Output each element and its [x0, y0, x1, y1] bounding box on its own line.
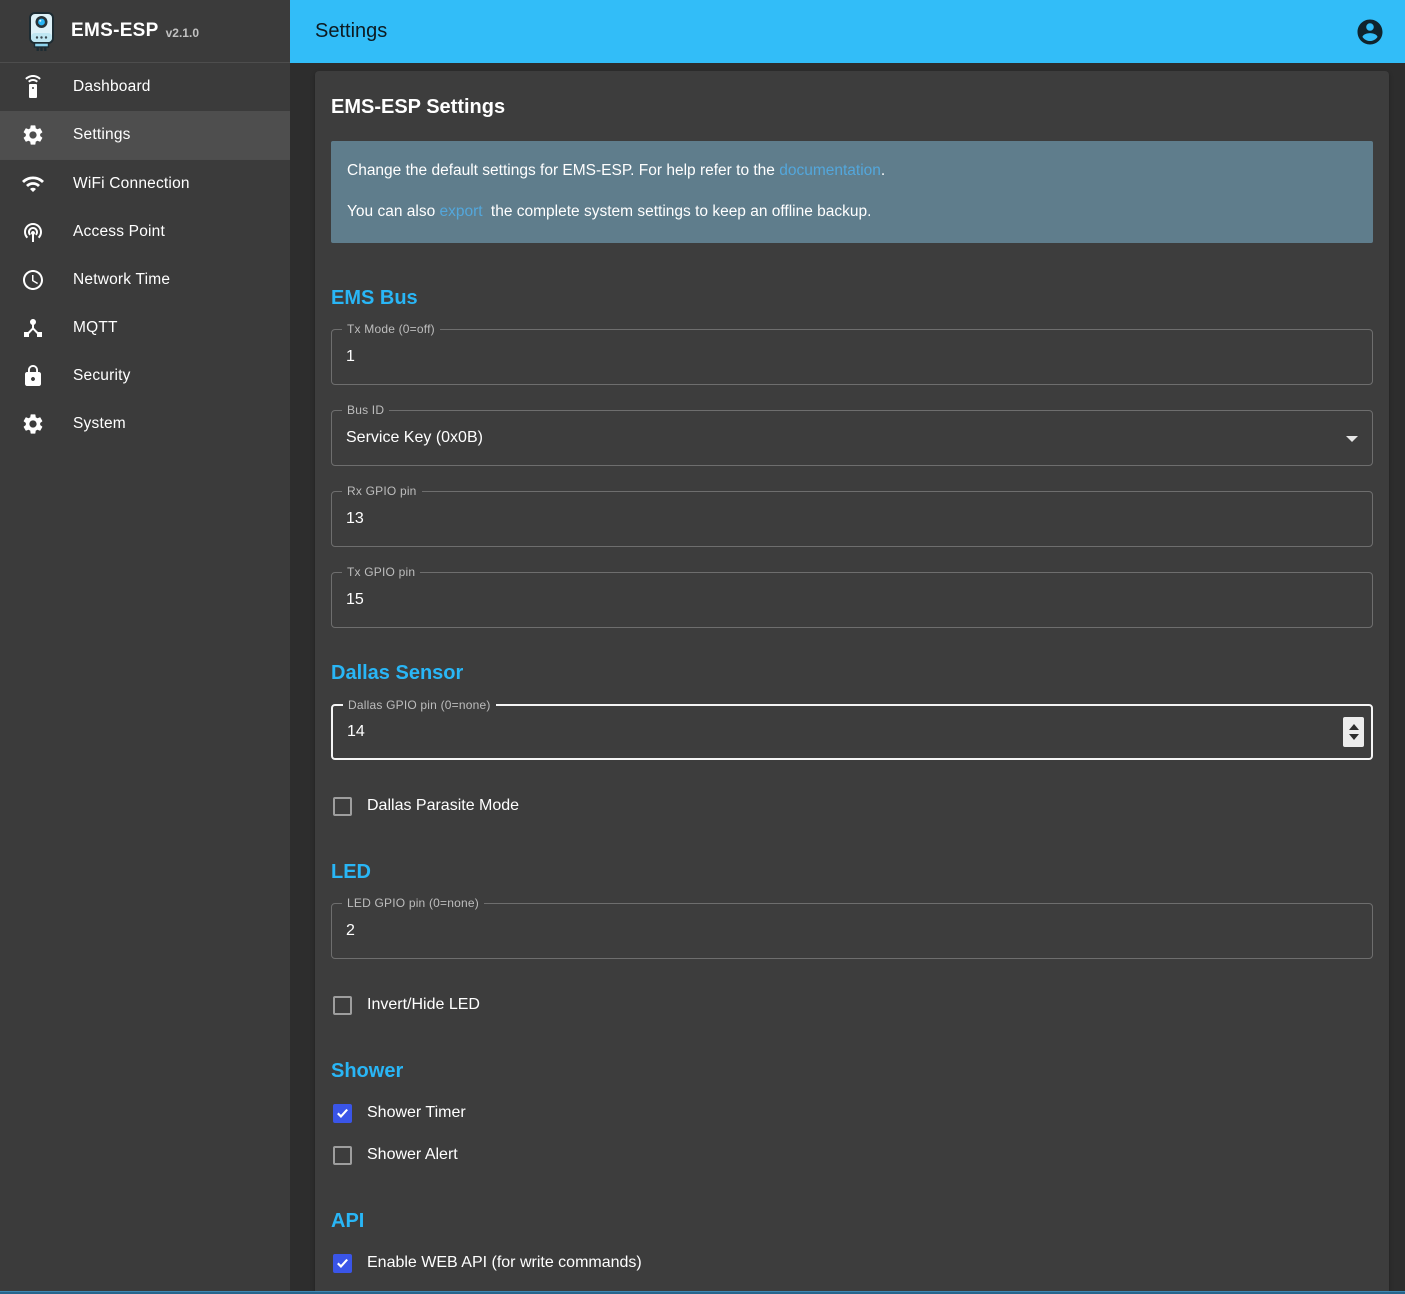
sidebar-item-mqtt[interactable]: MQTT	[0, 304, 290, 352]
dallas-gpio-input[interactable]	[333, 706, 1371, 758]
documentation-link[interactable]: documentation	[779, 162, 881, 179]
sidebar-item-label: Security	[73, 367, 131, 385]
page: EMS-ESP v2.1.0 Dashboard Settings	[0, 0, 1405, 1291]
info-text: the complete system settings to keep an …	[487, 203, 872, 220]
bus-id-select[interactable]: Bus ID Service Key (0x0B)	[331, 410, 1373, 466]
checkbox-label: Dallas Parasite Mode	[367, 797, 519, 815]
app-version: v2.1.0	[166, 26, 199, 40]
page-title: Settings	[315, 20, 1355, 43]
checkbox-label: Enable WEB API (for write commands)	[367, 1254, 642, 1272]
card-title: EMS-ESP Settings	[331, 95, 1373, 119]
checkbox-box[interactable]	[333, 996, 352, 1015]
sidebar-item-dashboard[interactable]: Dashboard	[0, 63, 290, 111]
wifi-icon	[21, 172, 45, 196]
info-text: .	[881, 162, 885, 179]
main-column: Settings EMS-ESP Settings Change the def…	[290, 0, 1405, 1291]
rx-gpio-field: Rx GPIO pin	[331, 491, 1373, 547]
sidebar-item-label: Network Time	[73, 271, 170, 289]
bus-id-label: Bus ID	[342, 403, 389, 418]
device-hub-icon	[21, 316, 45, 340]
settings-remote-icon	[21, 75, 45, 99]
section-title-led: LED	[331, 861, 1373, 884]
tx-mode-input[interactable]	[332, 330, 1372, 384]
spinner-up-icon[interactable]	[1349, 724, 1359, 730]
sidebar-header: EMS-ESP v2.1.0	[0, 0, 290, 62]
checkbox-label: Shower Alert	[367, 1146, 458, 1164]
sidebar-item-label: System	[73, 415, 126, 433]
sidebar-item-access-point[interactable]: Access Point	[0, 208, 290, 256]
sidebar-item-wifi-connection[interactable]: WiFi Connection	[0, 160, 290, 208]
info-line-2: You can also export the complete system …	[347, 201, 1357, 222]
info-text: Change the default settings for EMS-ESP.…	[347, 162, 779, 179]
section-title-dallas: Dallas Sensor	[331, 662, 1373, 685]
export-link[interactable]: export	[440, 203, 483, 220]
sidebar-item-system[interactable]: System	[0, 400, 290, 448]
content-area: EMS-ESP Settings Change the default sett…	[290, 63, 1405, 1291]
sidebar-item-label: MQTT	[73, 319, 118, 337]
shower-alert-checkbox[interactable]: Shower Alert	[331, 1134, 1373, 1176]
dallas-parasite-checkbox[interactable]: Dallas Parasite Mode	[331, 785, 1373, 827]
number-spinner[interactable]	[1343, 717, 1364, 747]
tx-mode-field: Tx Mode (0=off)	[331, 329, 1373, 385]
led-gpio-field: LED GPIO pin (0=none)	[331, 903, 1373, 959]
appbar: Settings	[290, 0, 1405, 63]
sidebar-item-network-time[interactable]: Network Time	[0, 256, 290, 304]
sidebar-item-settings[interactable]: Settings	[0, 111, 290, 159]
checkbox-box[interactable]	[333, 1254, 352, 1273]
enable-web-api-checkbox[interactable]: Enable WEB API (for write commands)	[331, 1242, 1373, 1284]
checkbox-label: Shower Timer	[367, 1104, 466, 1122]
sidebar-item-label: WiFi Connection	[73, 175, 190, 193]
clock-icon	[21, 268, 45, 292]
account-circle-icon[interactable]	[1355, 17, 1385, 47]
checkbox-box[interactable]	[333, 797, 352, 816]
lock-icon	[21, 364, 45, 388]
sidebar-item-label: Access Point	[73, 223, 165, 241]
wifi-tethering-icon	[21, 220, 45, 244]
dropdown-arrow-icon	[1346, 436, 1358, 442]
ems-esp-logo-icon	[28, 10, 55, 52]
bus-id-value: Service Key (0x0B)	[346, 429, 483, 447]
checkbox-label: Invert/Hide LED	[367, 996, 480, 1014]
gear-icon	[21, 123, 45, 147]
section-title-ems-bus: EMS Bus	[331, 287, 1373, 310]
sidebar-item-label: Dashboard	[73, 78, 151, 96]
info-line-1: Change the default settings for EMS-ESP.…	[347, 160, 1357, 181]
info-box: Change the default settings for EMS-ESP.…	[331, 141, 1373, 243]
sidebar: EMS-ESP v2.1.0 Dashboard Settings	[0, 0, 290, 1291]
dallas-gpio-field: Dallas GPIO pin (0=none)	[331, 704, 1373, 760]
tx-gpio-field: Tx GPIO pin	[331, 572, 1373, 628]
section-title-api: API	[331, 1210, 1373, 1233]
led-gpio-input[interactable]	[332, 904, 1372, 958]
info-text: You can also	[347, 203, 440, 220]
sidebar-item-security[interactable]: Security	[0, 352, 290, 400]
checkbox-box[interactable]	[333, 1146, 352, 1165]
section-title-shower: Shower	[331, 1060, 1373, 1083]
invert-led-checkbox[interactable]: Invert/Hide LED	[331, 984, 1373, 1026]
sidebar-item-label: Settings	[73, 126, 131, 144]
rx-gpio-input[interactable]	[332, 492, 1372, 546]
settings-card: EMS-ESP Settings Change the default sett…	[315, 71, 1389, 1291]
app-name: EMS-ESP	[71, 20, 159, 42]
tx-gpio-input[interactable]	[332, 573, 1372, 627]
sidebar-nav: Dashboard Settings WiFi Connection Acces	[0, 63, 290, 448]
gear-icon	[21, 412, 45, 436]
shower-timer-checkbox[interactable]: Shower Timer	[331, 1092, 1373, 1134]
checkbox-box[interactable]	[333, 1104, 352, 1123]
spinner-down-icon[interactable]	[1349, 734, 1359, 740]
